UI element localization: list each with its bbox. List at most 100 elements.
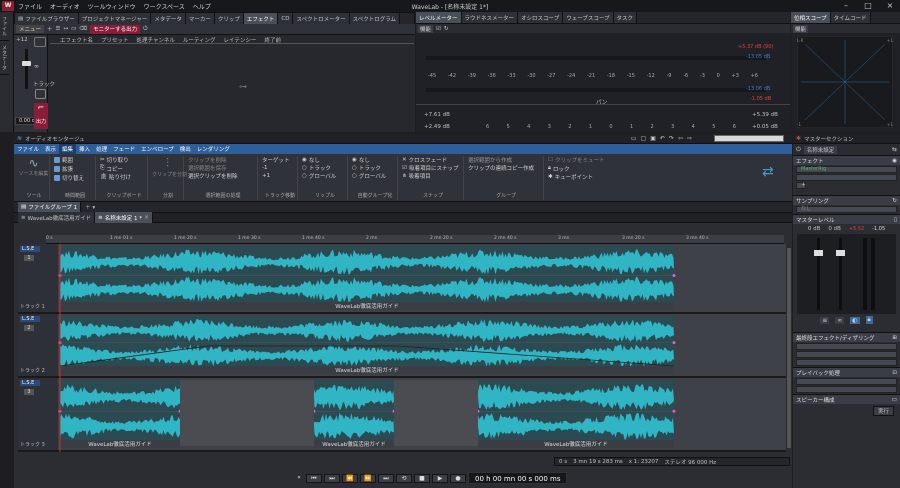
snap-items-button[interactable]: ⋔ 吸着項目 [402, 172, 431, 180]
cut-button[interactable]: ✂ 切り取り [100, 156, 129, 164]
trash-icon[interactable]: ⌫ [79, 25, 87, 33]
mono-icon[interactable] [35, 89, 46, 99]
col-routing[interactable]: ルーティング [183, 36, 216, 44]
final-slot-1[interactable] [796, 343, 897, 350]
ribbon-tab-edit[interactable]: 編集 [59, 143, 77, 155]
play-icon[interactable]: ▶ [432, 473, 448, 483]
target-button[interactable]: ターゲット [262, 156, 290, 164]
plus1-button[interactable]: +1 [262, 172, 270, 180]
status-samplerate[interactable]: ステレオ 96 000 Hz [664, 458, 716, 466]
go-end-icon[interactable]: ⏭ [378, 473, 394, 483]
ribbon-tab-process[interactable]: 処理 [93, 144, 110, 155]
redo-icon[interactable]: ↷ [669, 135, 674, 142]
close-icon[interactable]: × [882, 1, 898, 11]
audio-clip[interactable] [60, 380, 180, 448]
ribbon-tab-file[interactable]: ファイル [14, 144, 42, 155]
section-speaker[interactable]: スピーカー構成 ▭ [793, 394, 900, 404]
tab-timecode[interactable]: タイムコード [830, 12, 871, 23]
final-slot-3[interactable] [796, 359, 897, 366]
open-icon[interactable]: ▢ [641, 135, 647, 142]
track-type-badge[interactable]: L.S.E [20, 380, 40, 386]
tab-file-browser[interactable]: ▤ ファイルブラウザー [15, 13, 79, 24]
section-resampling[interactable]: サンプリング ↻ [793, 195, 900, 205]
transport-time-display[interactable]: 00 h 00 mn 00 s 000 ms [468, 472, 568, 484]
autogroup-none-radio[interactable]: ◉ なし [352, 156, 370, 164]
go-start-icon[interactable]: ⏮ [306, 473, 322, 483]
delete-selected-clips-button[interactable]: 選択クリップを削除 [188, 172, 238, 180]
tab-loudness-meter[interactable]: ラウドネスメーター [461, 12, 519, 23]
doc-tab-untitled[interactable]: ≋ 名称未設定 1 * × [95, 212, 154, 223]
col-latency[interactable]: レイテンシー [224, 36, 257, 44]
tab-project-manager[interactable]: プロジェクトマネージャー [78, 13, 152, 24]
meter-function-button[interactable]: 機能 [418, 24, 434, 33]
timeline-ruler[interactable]: 0 s 1 mn 01 s 1 mn 20 s 1 mn 30 s 1 mn 40 s 2… [46, 235, 784, 244]
arrow-icon[interactable]: ↦ [63, 25, 68, 33]
montage-tracks[interactable]: WaveLab徹底活用ガイド WaveLab徹底活用ガイド WaveLab徹底活用ガ… [18, 244, 792, 452]
split-clip-icon[interactable]: ⫶ [152, 156, 183, 171]
vtab-metadata[interactable]: メタデータ [0, 41, 9, 75]
save-icon[interactable]: ▣ [650, 135, 656, 142]
paste-button[interactable]: 📋︎ 貼り付け [100, 173, 131, 181]
section-playback[interactable]: プレイバック処理 ⊡ [793, 367, 900, 377]
col-preset[interactable]: プリセット [101, 36, 129, 44]
ribbon-tab-envelope[interactable]: エンベロープ [138, 144, 177, 155]
record-icon[interactable]: ● [450, 473, 466, 483]
back-icon[interactable]: ⇦ [678, 135, 683, 142]
output-button[interactable]: ⌐ 出力 [34, 103, 48, 129]
track-header[interactable]: L.S.E 2 トラック 2 [20, 316, 56, 374]
toggle-button[interactable]: 切り替え [54, 174, 84, 182]
mute-clip-button[interactable]: ☐ クリップをミュート [548, 156, 604, 164]
menu-file[interactable]: ファイル [14, 2, 46, 11]
ribbon-tab-render[interactable]: レンダリング [194, 144, 233, 155]
track-header[interactable]: L.S.E 3 トラック 3 [20, 380, 56, 448]
autogroup-global-radio[interactable]: ○ グローバル [352, 172, 386, 180]
master-fader-left[interactable] [814, 250, 823, 256]
fast-forward-icon[interactable]: ⏩ [360, 473, 376, 483]
minimize-icon[interactable]: – [838, 1, 854, 11]
tab-cd[interactable]: CD [278, 13, 294, 24]
section-effects[interactable]: エフェクト ◉ [793, 155, 900, 165]
track-type-badge[interactable]: L.S.E [20, 246, 40, 252]
maximize-icon[interactable]: □ [860, 1, 876, 11]
prev-marker-icon[interactable]: ⏭ [324, 473, 340, 483]
ribbon-tab-view[interactable]: 表示 [42, 144, 59, 155]
menu-workspace[interactable]: ワークスペース [140, 2, 189, 11]
ripple-track-radio[interactable]: ○ トラック [302, 164, 331, 172]
add-effect-button[interactable]: ＋ [796, 182, 806, 189]
tab-wavescope[interactable]: ウェーブスコープ [563, 12, 614, 23]
tab-markers[interactable]: マーカー [185, 13, 215, 24]
track-type-badge[interactable]: L.S.E [20, 316, 40, 322]
edit-source-icon[interactable]: ∿ [18, 156, 49, 170]
preset-select[interactable] [714, 135, 784, 142]
vtab-file[interactable]: ファイル [0, 12, 9, 41]
effect-slot-2[interactable] [796, 174, 897, 181]
ribbon-tab-fade[interactable]: フェード [110, 144, 138, 155]
effect-slot-1[interactable]: MasterRig [796, 166, 897, 173]
close-tab-icon[interactable]: × [144, 214, 149, 221]
refresh-icon[interactable]: ↻ [444, 25, 449, 33]
tab-tasks[interactable]: タスク [613, 12, 638, 23]
extend-button[interactable]: 拡張 [54, 165, 73, 173]
save-selection-button[interactable]: 選択範囲を保存 [188, 164, 227, 172]
power-icon[interactable]: ⏻ [143, 25, 147, 33]
master-fader-right[interactable] [836, 250, 845, 256]
tab-oscilloscope[interactable]: オシロスコープ [518, 12, 564, 23]
cue-point-button[interactable]: ✱ キューポイント [548, 173, 593, 181]
playback-slot-1[interactable] [796, 378, 897, 385]
section-final-effects[interactable]: 最終段エフェクト/ディザリング ⊞ [793, 332, 900, 342]
transport-expand-icon[interactable]: « [294, 474, 304, 483]
link-icon[interactable]: ∞ [34, 63, 46, 70]
list-icon[interactable]: ☰ [56, 25, 61, 33]
forward-icon[interactable]: ⇨ [687, 135, 692, 142]
copy-button[interactable]: ⎘ コピー [100, 165, 123, 173]
mono-toggle-icon[interactable]: ≡ [820, 316, 830, 324]
final-slot-2[interactable] [796, 351, 897, 358]
stop-icon[interactable]: ■ [414, 473, 430, 483]
crossfade-button[interactable]: ✕ クロスフェード [402, 156, 447, 164]
playback-slot-2[interactable] [796, 386, 897, 393]
link-toggle-icon[interactable]: ∞ [835, 316, 845, 324]
tab-level-meter[interactable]: レベルメーター [416, 12, 462, 23]
track-header[interactable]: L.S.E 1 トラック 1 [20, 246, 56, 310]
ripple-none-radio[interactable]: ◉ なし [302, 156, 320, 164]
rewind-icon[interactable]: ⏪ [342, 473, 358, 483]
